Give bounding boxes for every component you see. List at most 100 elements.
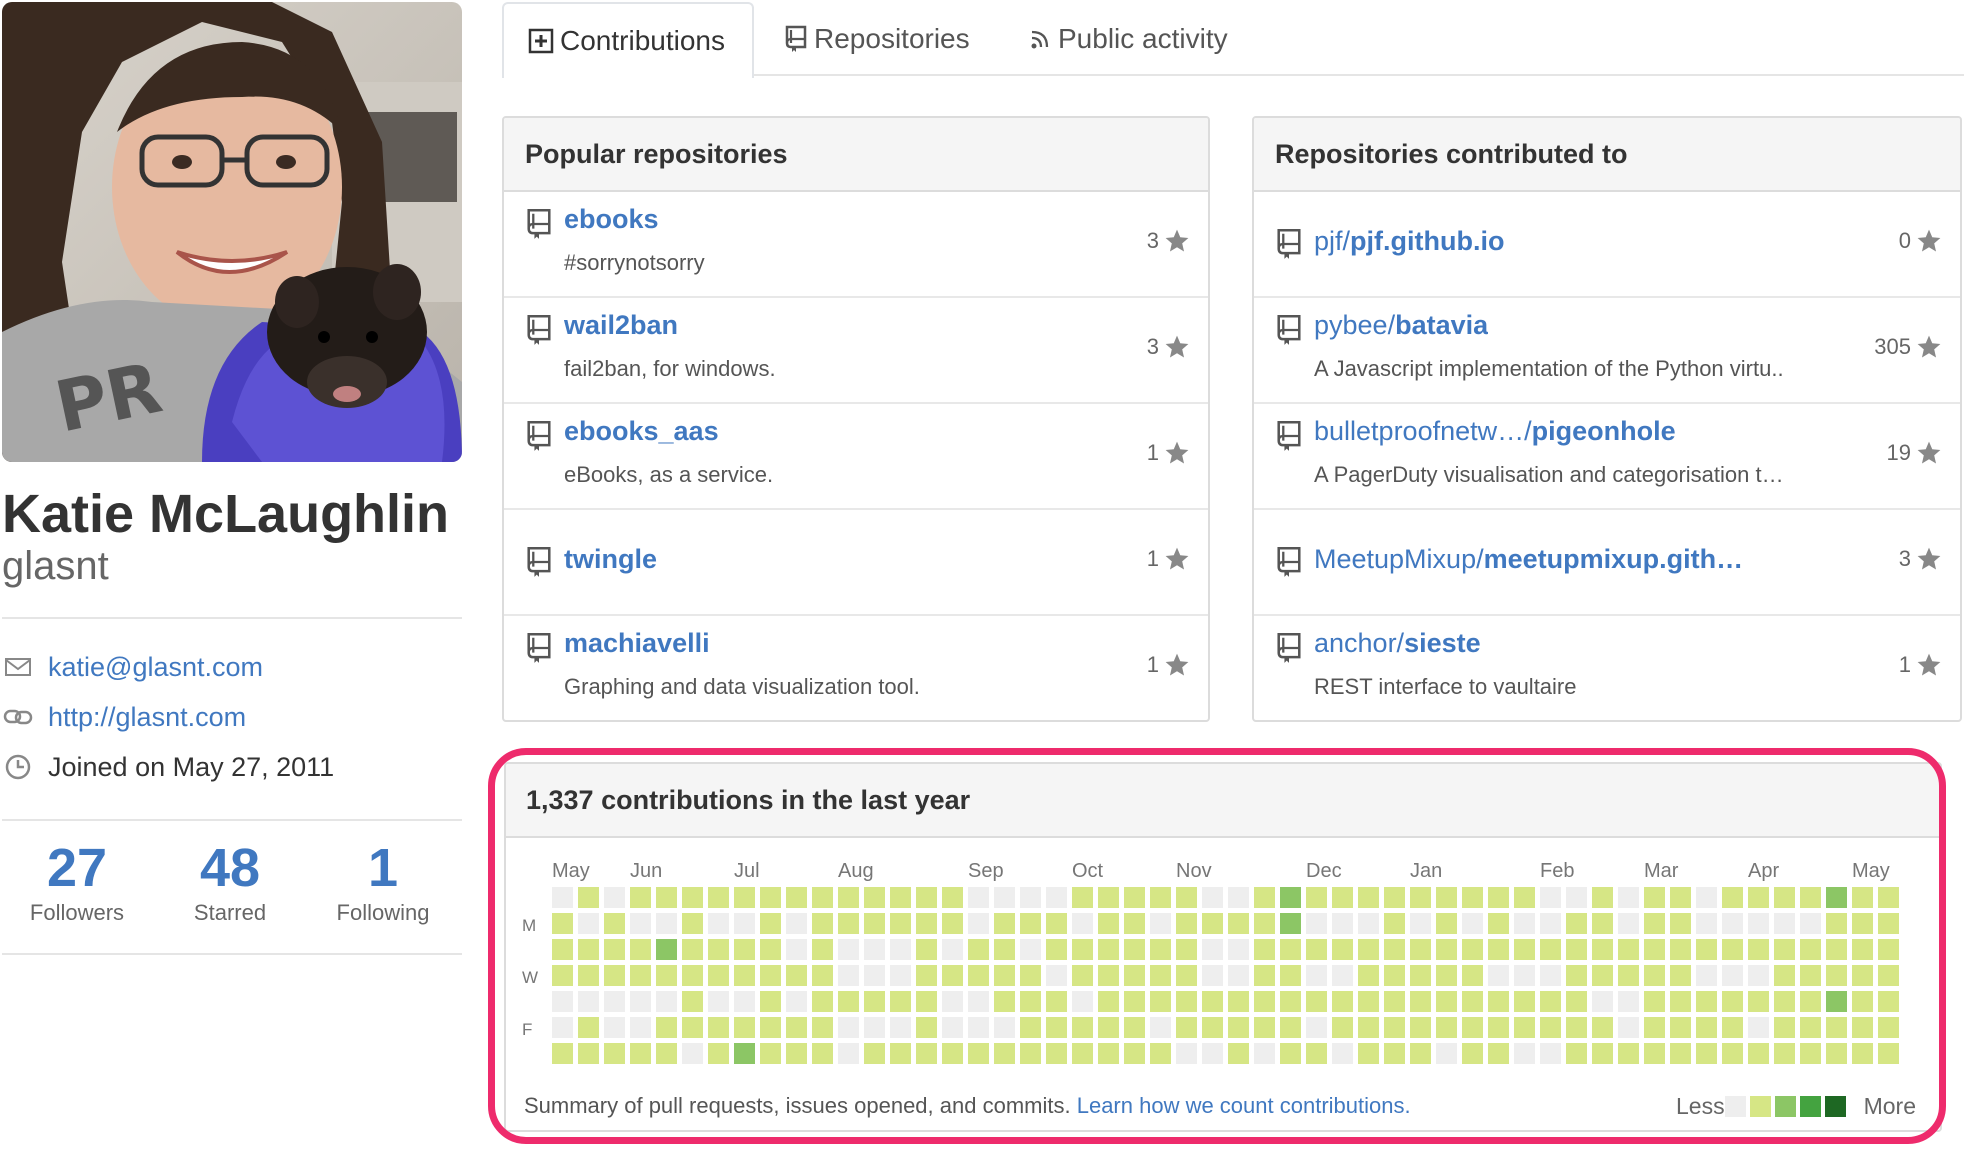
repo-icon [524,420,554,452]
repo-description: A Javascript implementation of the Pytho… [1314,356,1784,381]
star-count: 1 [1146,652,1159,677]
divider [2,953,462,955]
star-icon [1165,547,1189,570]
plus-square-icon [528,28,554,54]
profile-email-row: katie@glasnt.com [2,647,263,687]
rss-icon [1030,28,1052,50]
repo-stars: 3 [1147,334,1190,360]
tab-label: Contributions [560,25,725,56]
avatar-photo: PR [2,2,462,462]
tab-contributions[interactable]: Contributions [502,2,754,78]
star-count: 19 [1886,440,1911,465]
repo-item[interactable]: wail2ban fail2ban, for windows. 3 [504,298,1208,404]
repo-item[interactable]: twingle 1 [504,510,1208,616]
repo-stars: 1 [1147,546,1190,572]
repo-item[interactable]: pybee/batavia A Javascript implementatio… [1254,298,1960,404]
star-count: 0 [1898,228,1911,253]
mail-icon [2,651,34,683]
star-count: 3 [1146,228,1159,253]
repo-icon [524,632,554,664]
repo-icon [1274,546,1304,578]
star-count: 1 [1146,546,1159,571]
star-icon [1165,229,1189,252]
stat-starred[interactable]: 48 Starred [155,838,305,926]
contributed-repositories-box: Repositories contributed to pjf/pjf.gith… [1252,116,1962,722]
star-icon [1917,229,1941,252]
repo-icon [1274,314,1304,346]
stat-value: 1 [367,838,399,898]
divider [2,617,462,619]
repo-stars: 1 [1899,652,1942,678]
repo-name-link[interactable]: MeetupMixup/meetupmixup.gith… [1314,544,1743,575]
star-count: 3 [1898,546,1911,571]
repo-description: eBooks, as a service. [564,462,774,487]
star-icon [1165,335,1189,358]
repo-icon [524,546,554,578]
repo-icon [1274,632,1304,664]
repo-stars: 1 [1147,440,1190,466]
repo-stars: 0 [1899,228,1942,254]
clock-icon [2,751,34,783]
star-icon [1165,653,1189,676]
repo-icon [1274,420,1304,452]
profile-website-link[interactable]: http://glasnt.com [48,702,246,733]
tab-label: Repositories [814,23,970,54]
repo-stars: 3 [1147,228,1190,254]
profile-website-row: http://glasnt.com [2,697,246,737]
tab-label: Public activity [1058,23,1228,54]
repo-icon [1274,228,1304,260]
stat-label: Followers [29,900,125,925]
repo-name-link[interactable]: anchor/sieste [1314,628,1481,659]
repo-stars: 305 [1874,334,1942,360]
stat-label: Following [336,900,430,925]
profile-full-name: Katie McLaughlin [2,484,450,544]
repo-stars: 3 [1899,546,1942,572]
repo-stars: 1 [1147,652,1190,678]
repo-item[interactable]: MeetupMixup/meetupmixup.gith… 3 [1254,510,1960,616]
profile-email-link[interactable]: katie@glasnt.com [48,652,263,683]
repo-description: REST interface to vaultaire [1314,674,1577,699]
star-count: 3 [1146,334,1159,359]
tab-repositories[interactable]: Repositories [784,2,970,76]
repo-name-link[interactable]: bulletproofnetw…/pigeonhole [1314,416,1676,447]
highlight-annotation [488,748,1946,1144]
tab-public-activity[interactable]: Public activity [1030,2,1228,76]
repo-name-link[interactable]: twingle [564,544,657,575]
stat-followers[interactable]: 27 Followers [2,838,152,926]
popular-repositories-box: Popular repositories ebooks #sorrynotsor… [502,116,1210,722]
popular-repositories-title: Popular repositories [504,118,1208,192]
repo-item[interactable]: ebooks_aas eBooks, as a service. 1 [504,404,1208,510]
repo-name-link[interactable]: ebooks_aas [564,416,719,447]
repo-name-link[interactable]: machiavelli [564,628,710,659]
repo-name-link[interactable]: pybee/batavia [1314,310,1488,341]
repo-item[interactable]: ebooks #sorrynotsorry 3 [504,192,1208,298]
star-icon [1165,441,1189,464]
stat-value: 48 [199,838,261,898]
star-count: 1 [1898,652,1911,677]
repo-description: A PagerDuty visualisation and categorisa… [1314,462,1784,487]
profile-username: glasnt [2,544,109,588]
repo-description: #sorrynotsorry [564,250,705,275]
repo-icon [524,208,554,240]
star-icon [1917,335,1941,358]
repo-description: fail2ban, for windows. [564,356,776,381]
repo-name-link[interactable]: pjf/pjf.github.io [1314,226,1504,257]
repo-description: Graphing and data visualization tool. [564,674,920,699]
avatar[interactable]: PR [2,2,462,462]
repo-icon [784,25,808,53]
profile-tabs: Contributions Repositories Public activi… [502,0,1964,78]
star-count: 1 [1146,440,1159,465]
link-icon [2,701,34,733]
stat-following[interactable]: 1 Following [308,838,458,926]
star-icon [1917,441,1941,464]
repo-name-link[interactable]: ebooks [564,204,659,235]
star-count: 305 [1874,334,1911,359]
repo-item[interactable]: bulletproofnetw…/pigeonhole A PagerDuty … [1254,404,1960,510]
repo-item[interactable]: pjf/pjf.github.io 0 [1254,192,1960,298]
repo-item[interactable]: machiavelli Graphing and data visualizat… [504,616,1208,720]
repo-name-link[interactable]: wail2ban [564,310,678,341]
repo-item[interactable]: anchor/sieste REST interface to vaultair… [1254,616,1960,720]
repo-stars: 19 [1887,440,1942,466]
profile-joined-text: Joined on May 27, 2011 [48,751,335,782]
profile-joined-row: Joined on May 27, 2011 [2,747,334,787]
